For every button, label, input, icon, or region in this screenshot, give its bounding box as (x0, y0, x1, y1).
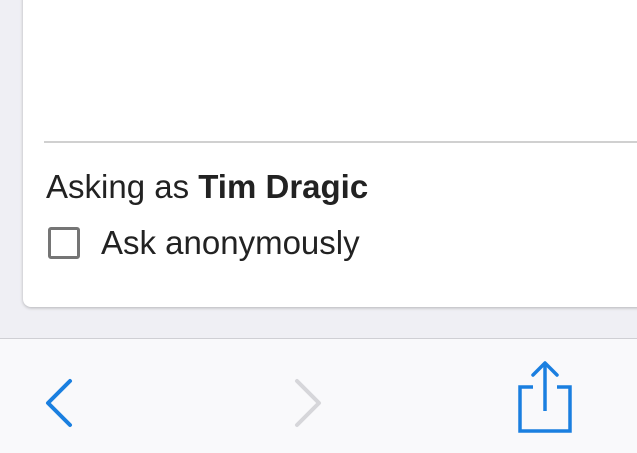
chevron-left-icon (46, 379, 72, 427)
ask-anonymously-checkbox[interactable] (48, 226, 80, 259)
asking-as-text: Asking as Tim Dragic (46, 170, 368, 203)
ask-anonymously-label[interactable]: Ask anonymously (101, 226, 360, 259)
asking-as-prefix: Asking as (46, 168, 199, 205)
user-name: Tim Dragic (198, 168, 369, 205)
chevron-right-icon (295, 379, 321, 427)
forward-button[interactable] (285, 375, 329, 431)
page: Asking as Tim Dragic Ask anonymously (0, 0, 637, 453)
share-button[interactable] (510, 357, 580, 437)
browser-toolbar (0, 338, 637, 453)
ask-anonymously-row[interactable]: Ask anonymously (48, 226, 360, 259)
share-icon (518, 361, 572, 433)
back-button[interactable] (38, 375, 82, 431)
divider (44, 141, 637, 143)
